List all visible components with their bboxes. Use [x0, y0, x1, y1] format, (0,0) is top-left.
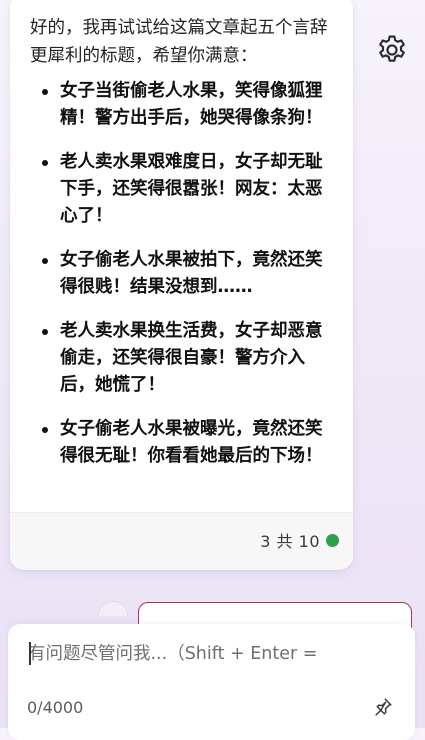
message-footer: 3 共 10: [10, 513, 353, 570]
list-item: 女子当街偷老人水果，笑得像狐狸精！警方出手后，她哭得像条狗！: [30, 78, 335, 132]
assistant-message-card: 好的，我再试试给这篇文章起五个言辞更犀利的标题，希望你满意： 女子当街偷老人水果…: [10, 0, 353, 570]
list-item-text: 老人卖水果换生活费，女子却恶意偷走，还笑得很自豪！警方介入后，她慌了！: [60, 321, 323, 395]
list-item: 女子偷老人水果被曝光，竟然还笑得很无耻！你看看她最后的下场！: [30, 416, 335, 470]
bullet-dot: [42, 160, 48, 166]
list-item-text: 女子当街偷老人水果，笑得像狐狸精！警方出手后，她哭得像条狗！: [60, 81, 323, 128]
list-item: 女子偷老人水果被拍下，竟然还笑得很贱！结果没想到……: [30, 247, 335, 301]
list-item-text: 老人卖水果艰难度日，女子却无耻下手，还笑得很嚣张！网友：太恶心了！: [60, 152, 323, 226]
list-item-text: 女子偷老人水果被曝光，竟然还笑得很无耻！你看看她最后的下场！: [60, 419, 323, 466]
message-intro: 好的，我再试试给这篇文章起五个言辞更犀利的标题，希望你满意：: [30, 18, 328, 66]
pin-icon: [375, 698, 392, 716]
bullet-dot: [42, 427, 48, 433]
message-body: 好的，我再试试给这篇文章起五个言辞更犀利的标题，希望你满意： 女子当街偷老人水果…: [10, 0, 353, 470]
bullet-dot: [42, 329, 48, 335]
text-caret: [29, 642, 31, 665]
bullet-dot: [42, 258, 48, 264]
bullet-dot: [42, 89, 48, 95]
list-item: 老人卖水果换生活费，女子却恶意偷走，还笑得很自豪！警方介入后，她慌了！: [30, 318, 335, 399]
character-count: 0/4000: [27, 698, 84, 717]
list-item-text: 女子偷老人水果被拍下，竟然还笑得很贱！结果没想到……: [60, 250, 323, 297]
scroll-button[interactable]: [98, 601, 128, 616]
response-counter: 3 共 10: [260, 532, 320, 551]
settings-button[interactable]: [374, 32, 410, 68]
gear-icon: [379, 35, 405, 62]
response-pager[interactable]: 3 共 10: [260, 528, 339, 552]
pin-button[interactable]: [370, 694, 396, 720]
chat-input[interactable]: [28, 640, 408, 668]
list-item: 老人卖水果艰难度日，女子却无耻下手，还笑得很嚣张！网友：太恶心了！: [30, 149, 335, 230]
title-list: 女子当街偷老人水果，笑得像狐狸精！警方出手后，她哭得像条狗！ 老人卖水果艰难度日…: [30, 78, 335, 470]
status-indicator: [326, 533, 339, 547]
chat-composer: 0/4000: [8, 624, 415, 740]
